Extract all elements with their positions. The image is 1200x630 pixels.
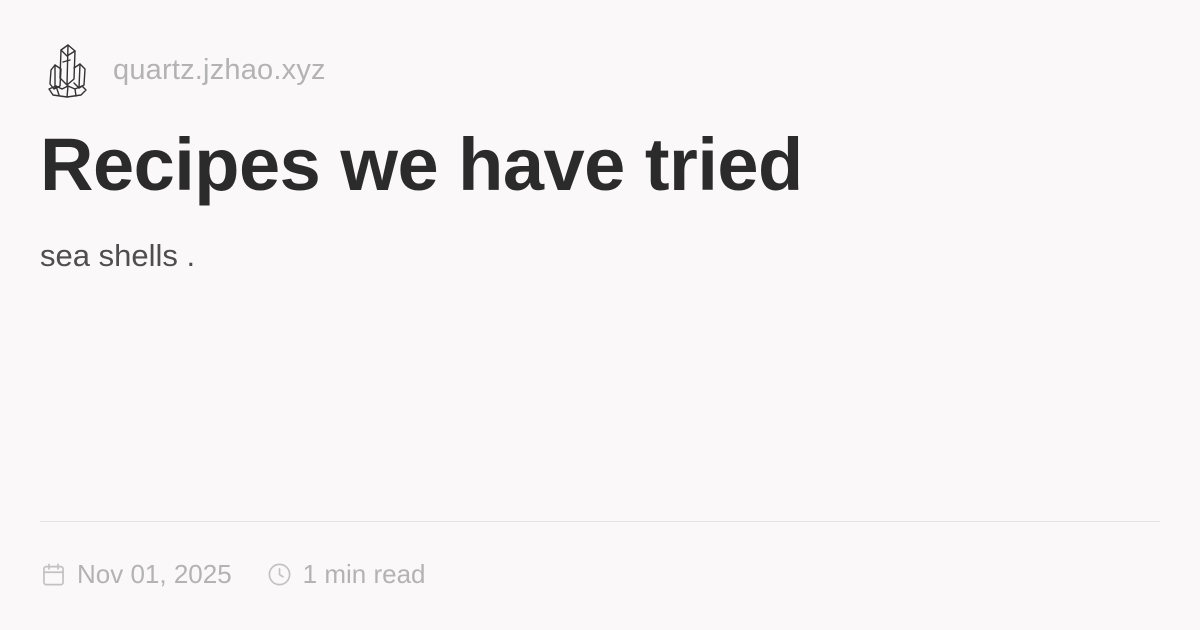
article-meta: Nov 01, 2025 1 min read xyxy=(40,556,426,592)
publish-date-label: Nov 01, 2025 xyxy=(77,558,232,589)
clock-icon xyxy=(268,563,291,585)
reading-time-label: 1 min read xyxy=(302,558,426,589)
page-description: sea shells . xyxy=(40,238,196,273)
divider xyxy=(40,521,1160,522)
calendar-icon xyxy=(43,563,64,585)
crystal-icon xyxy=(48,44,87,98)
page-title: Recipes we have tried xyxy=(40,123,803,206)
site-header: quartz.jzhao.xyz xyxy=(46,40,326,100)
site-name[interactable]: quartz.jzhao.xyz xyxy=(113,54,326,87)
reading-time: 1 min read xyxy=(266,559,426,590)
publish-date: Nov 01, 2025 xyxy=(40,559,232,590)
